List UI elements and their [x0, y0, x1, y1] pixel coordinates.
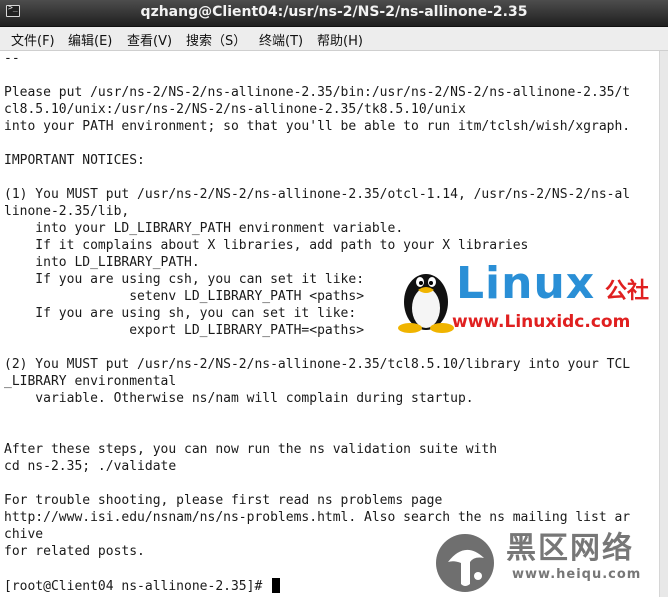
terminal-line: into your PATH environment; so that you'… — [4, 119, 631, 134]
menu-search[interactable]: 搜索（S） — [186, 30, 246, 49]
terminal-line: variable. Otherwise ns/nam will complain… — [4, 391, 474, 406]
terminal-line: If you are using csh, you can set it lik… — [4, 272, 365, 287]
watermark-url: www.Linuxidc.com — [452, 312, 631, 332]
terminal-line: chive — [4, 527, 44, 542]
terminal-line: If it complains about X libraries, add p… — [4, 238, 529, 253]
menu-edit[interactable]: 编辑(E) — [68, 30, 112, 49]
terminal-line: After these steps, you can now run the n… — [4, 442, 498, 457]
menu-bar: 文件(F) 编辑(E) 查看(V) 搜索（S） 终端(T) 帮助(H) — [0, 27, 668, 51]
watermark-brand: Linux — [456, 258, 596, 309]
terminal-line: into LD_LIBRARY_PATH. — [4, 255, 200, 270]
terminal-line: (1) You MUST put /usr/ns-2/NS-2/ns-allin… — [4, 187, 631, 202]
terminal-line: cl8.5.10/unix:/usr/ns-2/NS-2/ns-allinone… — [4, 102, 466, 117]
menu-view[interactable]: 查看(V) — [127, 30, 172, 49]
tux-penguin-icon — [398, 274, 454, 333]
menu-help[interactable]: 帮助(H) — [317, 30, 363, 49]
terminal-line: into your LD_LIBRARY_PATH environment va… — [4, 221, 404, 236]
window-titlebar[interactable]: qzhang@Client04:/usr/ns-2/NS-2/ns-allino… — [0, 0, 668, 27]
terminal-line: http://www.isi.edu/nsnam/ns/ns-problems.… — [4, 510, 631, 525]
terminal-line: IMPORTANT NOTICES: — [4, 153, 145, 168]
terminal-line: export LD_LIBRARY_PATH=<paths> — [4, 323, 365, 338]
menu-file[interactable]: 文件(F) — [11, 30, 55, 49]
terminal-line: for related posts. — [4, 544, 145, 559]
terminal-line: _LIBRARY environmental — [4, 374, 177, 389]
text-cursor — [272, 578, 281, 593]
menu-terminal[interactable]: 终端(T) — [259, 30, 303, 49]
shell-prompt: [root@Client04 ns-allinone-2.35]# — [4, 579, 263, 594]
window-title: qzhang@Client04:/usr/ns-2/NS-2/ns-allino… — [140, 4, 528, 20]
terminal-line: (2) You MUST put /usr/ns-2/NS-2/ns-allin… — [4, 357, 631, 372]
prompt-line[interactable]: [root@Client04 ns-allinone-2.35]# — [4, 578, 281, 595]
terminal-scrollbar[interactable] — [659, 51, 668, 597]
terminal-line: For trouble shooting, please first read … — [4, 493, 443, 508]
terminal-line: setenv LD_LIBRARY_PATH <paths> — [4, 289, 365, 304]
terminal-line: -- — [4, 51, 20, 66]
terminal-line: Please put /usr/ns-2/NS-2/ns-allinone-2.… — [4, 85, 631, 100]
terminal-line: linone-2.35/lib, — [4, 204, 130, 219]
terminal-line: cd ns-2.35; ./validate — [4, 459, 177, 474]
terminal-line: If you are using sh, you can set it like… — [4, 306, 357, 321]
heiqu-logo-icon — [436, 534, 494, 592]
watermark-site2-url: www.heiqu.com — [512, 567, 642, 582]
watermark-brand-suffix: 公社 — [605, 279, 650, 304]
watermark-site2-name: 黑区网络 — [506, 531, 634, 566]
